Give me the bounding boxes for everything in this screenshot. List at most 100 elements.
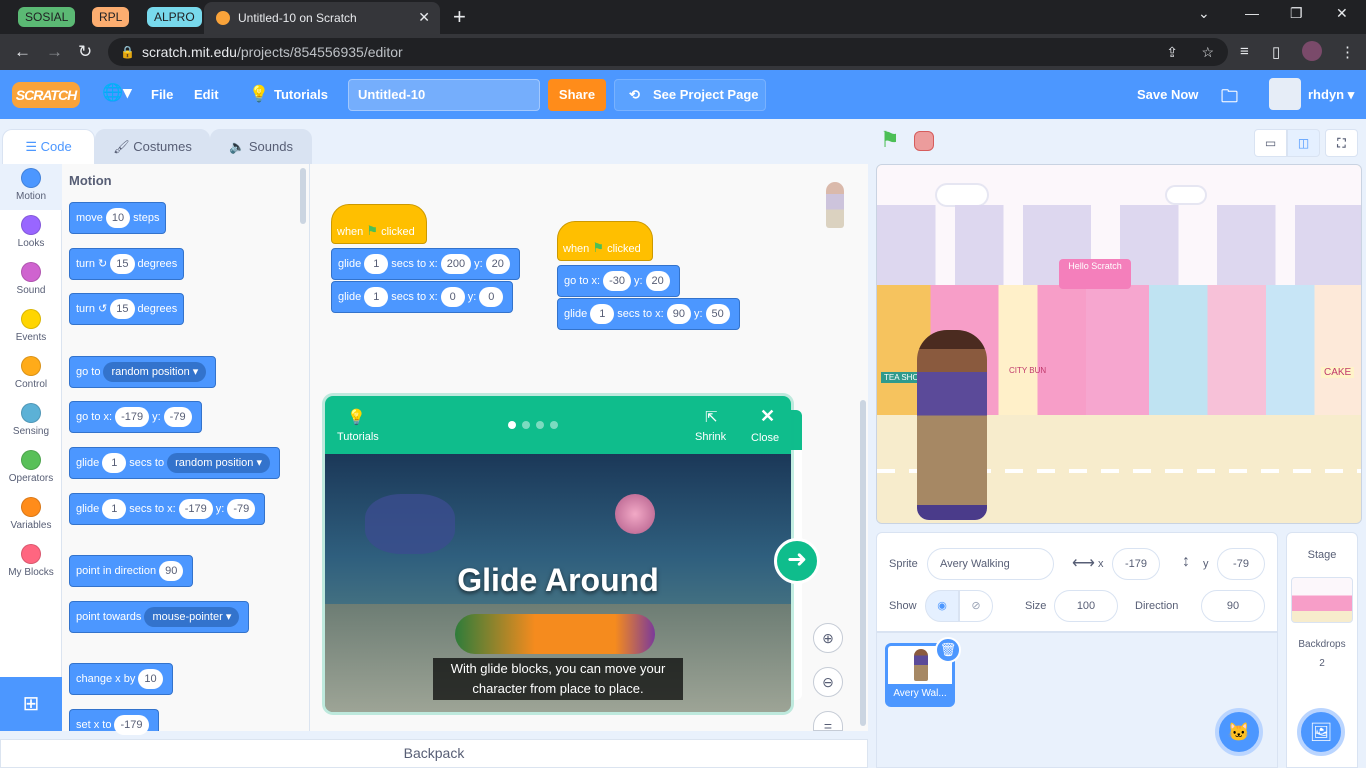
step-dot-active[interactable] — [508, 421, 516, 429]
edit-menu[interactable]: Edit — [194, 87, 219, 102]
tab-code[interactable]: ☰ Code — [2, 129, 95, 164]
tab-group-rpl[interactable]: RPL — [92, 7, 130, 27]
close-tab-icon[interactable]: ✕ — [418, 9, 430, 26]
x-input[interactable]: -179 — [178, 499, 213, 520]
step-dot[interactable] — [522, 421, 530, 429]
when-flag-clicked-hat-2[interactable]: when ⚑ clicked — [557, 221, 653, 261]
back-icon[interactable]: ← — [14, 42, 31, 62]
tab-group-sosial[interactable]: SOSIAL — [18, 7, 76, 27]
size-input[interactable]: 100 — [1054, 590, 1118, 622]
change-x-block[interactable]: change x by 10 — [69, 663, 173, 695]
stage-backdrop-thumb[interactable] — [1291, 577, 1353, 623]
green-flag-icon[interactable]: ⚑ — [880, 127, 900, 153]
x-input[interactable]: 200 — [440, 254, 472, 275]
turn-right-block[interactable]: turn ↻ 15 degrees — [69, 248, 185, 280]
browser-menu-icon[interactable]: ⋮ — [1340, 43, 1355, 61]
point-towards-block[interactable]: point towards mouse-pointer ▾ — [69, 601, 250, 633]
category-operators[interactable]: Operators — [0, 446, 62, 492]
choose-backdrop-button[interactable]: 🖼 — [1297, 708, 1345, 756]
direction-input[interactable]: 90 — [1201, 590, 1265, 622]
secs-input[interactable]: 1 — [102, 453, 127, 474]
window-close-icon[interactable]: ✕ — [1336, 5, 1348, 22]
language-globe-icon[interactable]: 🌐▾ — [102, 83, 132, 103]
degrees-input[interactable]: 15 — [110, 254, 135, 275]
go-to-xy-block[interactable]: go to x: -179 y: -79 — [69, 401, 202, 433]
see-project-page-button[interactable]: ⟲ See Project Page — [614, 79, 766, 111]
category-events[interactable]: Events — [0, 305, 62, 351]
go-to-dropdown[interactable]: random position ▾ — [103, 362, 207, 383]
maximize-icon[interactable]: ❐ — [1290, 5, 1303, 22]
choose-sprite-button[interactable]: 🐱 — [1215, 708, 1263, 756]
y-input[interactable]: -79 — [163, 407, 192, 428]
close-button[interactable]: Close — [751, 432, 779, 444]
reload-icon[interactable]: ↻ — [78, 42, 92, 62]
workspace-scrollbar[interactable] — [860, 400, 866, 726]
secs-input[interactable]: 1 — [364, 254, 389, 275]
change-x-input[interactable]: 10 — [138, 669, 163, 690]
show-hidden-button[interactable]: ⊘ — [959, 590, 993, 622]
category-looks[interactable]: Looks — [0, 211, 62, 257]
y-input[interactable]: -79 — [227, 499, 256, 520]
category-motion[interactable]: Motion — [0, 164, 62, 210]
normal-stage-icon[interactable]: ◫ — [1287, 129, 1320, 157]
tutorials-menu[interactable]: Tutorials — [274, 87, 328, 102]
active-browser-tab[interactable]: Untitled-10 on Scratch ✕ — [204, 2, 440, 34]
tab-sounds[interactable]: 🔈 Sounds — [210, 129, 312, 164]
minimize-icon[interactable]: — — [1245, 5, 1259, 21]
x-input[interactable]: 90 — [666, 304, 691, 325]
point-in-direction-block[interactable]: point in direction 90 — [69, 555, 194, 587]
share-page-icon[interactable]: ⇪ — [1166, 38, 1178, 66]
script2-glide-1[interactable]: glide 1 secs to x: 90 y: 50 — [557, 298, 740, 330]
stop-icon[interactable] — [914, 131, 934, 151]
y-input[interactable]: 50 — [705, 304, 730, 325]
category-my-blocks[interactable]: My Blocks — [0, 540, 62, 586]
go-to-block[interactable]: go to random position ▾ — [69, 356, 217, 388]
file-menu[interactable]: File — [151, 87, 173, 102]
x-input[interactable]: -179 — [115, 407, 150, 428]
scratch-logo[interactable]: SCRATCH — [12, 82, 80, 108]
bookmark-star-icon[interactable]: ☆ — [1201, 38, 1214, 66]
y-input[interactable]: 20 — [485, 254, 510, 275]
secs-input[interactable]: 1 — [590, 304, 615, 325]
palette-scrollbar[interactable] — [300, 168, 306, 224]
new-tab-icon[interactable]: + — [453, 4, 466, 30]
small-stage-icon[interactable]: ▭ — [1254, 129, 1287, 157]
category-control[interactable]: Control — [0, 352, 62, 398]
share-button[interactable]: Share — [548, 79, 606, 111]
stage-canvas[interactable]: Hello Scratch TEA SHOP CITY BUN CAKE — [876, 164, 1362, 524]
glide-xy-block[interactable]: glide 1 secs to x: -179 y: -79 — [69, 493, 266, 525]
x-input[interactable]: 0 — [440, 287, 465, 308]
fullscreen-icon[interactable]: ⛶ — [1325, 129, 1358, 157]
x-position-input[interactable]: -179 — [1112, 548, 1160, 580]
point-towards-dropdown[interactable]: mouse-pointer ▾ — [144, 607, 240, 628]
side-panel-icon[interactable]: ▯ — [1272, 43, 1280, 61]
y-position-input[interactable]: -79 — [1217, 548, 1265, 580]
turn-left-block[interactable]: turn ↺ 15 degrees — [69, 293, 185, 325]
category-sensing[interactable]: Sensing — [0, 399, 62, 445]
move-steps-block[interactable]: move 10 steps — [69, 202, 167, 234]
direction-input[interactable]: 90 — [159, 561, 184, 582]
script1-glide-2[interactable]: glide 1 secs to x: 0 y: 0 — [331, 281, 514, 313]
tab-search-icon[interactable]: ⌄ — [1198, 5, 1210, 22]
zoom-out-icon[interactable]: ⊖ — [813, 667, 843, 697]
avery-sprite[interactable] — [917, 330, 987, 520]
category-variables[interactable]: Variables — [0, 493, 62, 539]
media-control-icon[interactable]: ≡ — [1240, 43, 1249, 60]
url-bar[interactable]: 🔒 scratch.mit.edu/projects/854556935/edi… — [108, 38, 1228, 66]
delete-sprite-icon[interactable]: 🗑 — [935, 637, 961, 663]
script2-go-to-xy[interactable]: go to x: -30 y: 20 — [557, 265, 680, 297]
project-title-input[interactable]: Untitled-10 — [348, 79, 540, 111]
show-visible-button[interactable]: ◉ — [925, 590, 959, 622]
add-extension-button[interactable]: ⊞ — [0, 677, 62, 731]
forward-icon[interactable]: → — [46, 42, 63, 62]
y-input[interactable]: 20 — [645, 271, 670, 292]
tab-costumes[interactable]: 🖌 Costumes — [95, 129, 210, 164]
glide-dropdown[interactable]: random position ▾ — [167, 453, 270, 474]
backpack-bar[interactable]: Backpack — [0, 739, 868, 768]
zoom-in-icon[interactable]: ⊕ — [813, 623, 843, 653]
tab-group-alpro[interactable]: ALPRO — [147, 7, 202, 27]
tutorial-video[interactable]: Glide Around With glide blocks, you can … — [325, 454, 791, 712]
when-flag-clicked-hat-1[interactable]: when ⚑ clicked — [331, 204, 427, 244]
my-stuff-folder-icon[interactable]: 🗀 — [1221, 84, 1238, 113]
secs-input[interactable]: 1 — [102, 499, 127, 520]
